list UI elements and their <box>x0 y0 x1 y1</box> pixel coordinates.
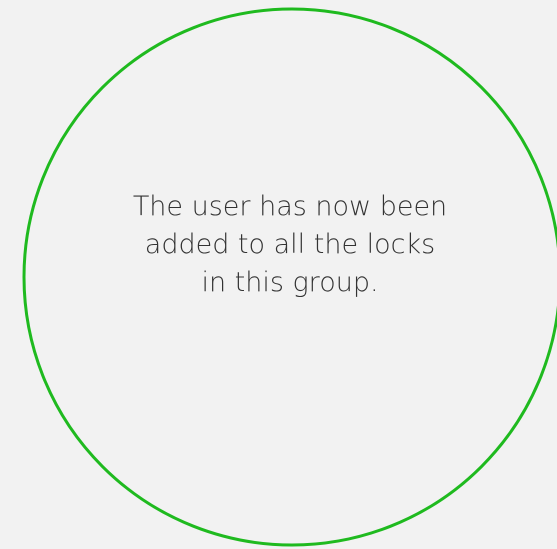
confirmation-message: The user has now been added to all the l… <box>100 188 480 302</box>
confirmation-message-line-2: added to all the locks <box>144 229 436 260</box>
confirmation-screen: The user has now been added to all the l… <box>0 0 557 549</box>
confirmation-message-line-1: The user has now been <box>132 191 448 222</box>
confirmation-message-line-3: in this group. <box>201 267 379 298</box>
